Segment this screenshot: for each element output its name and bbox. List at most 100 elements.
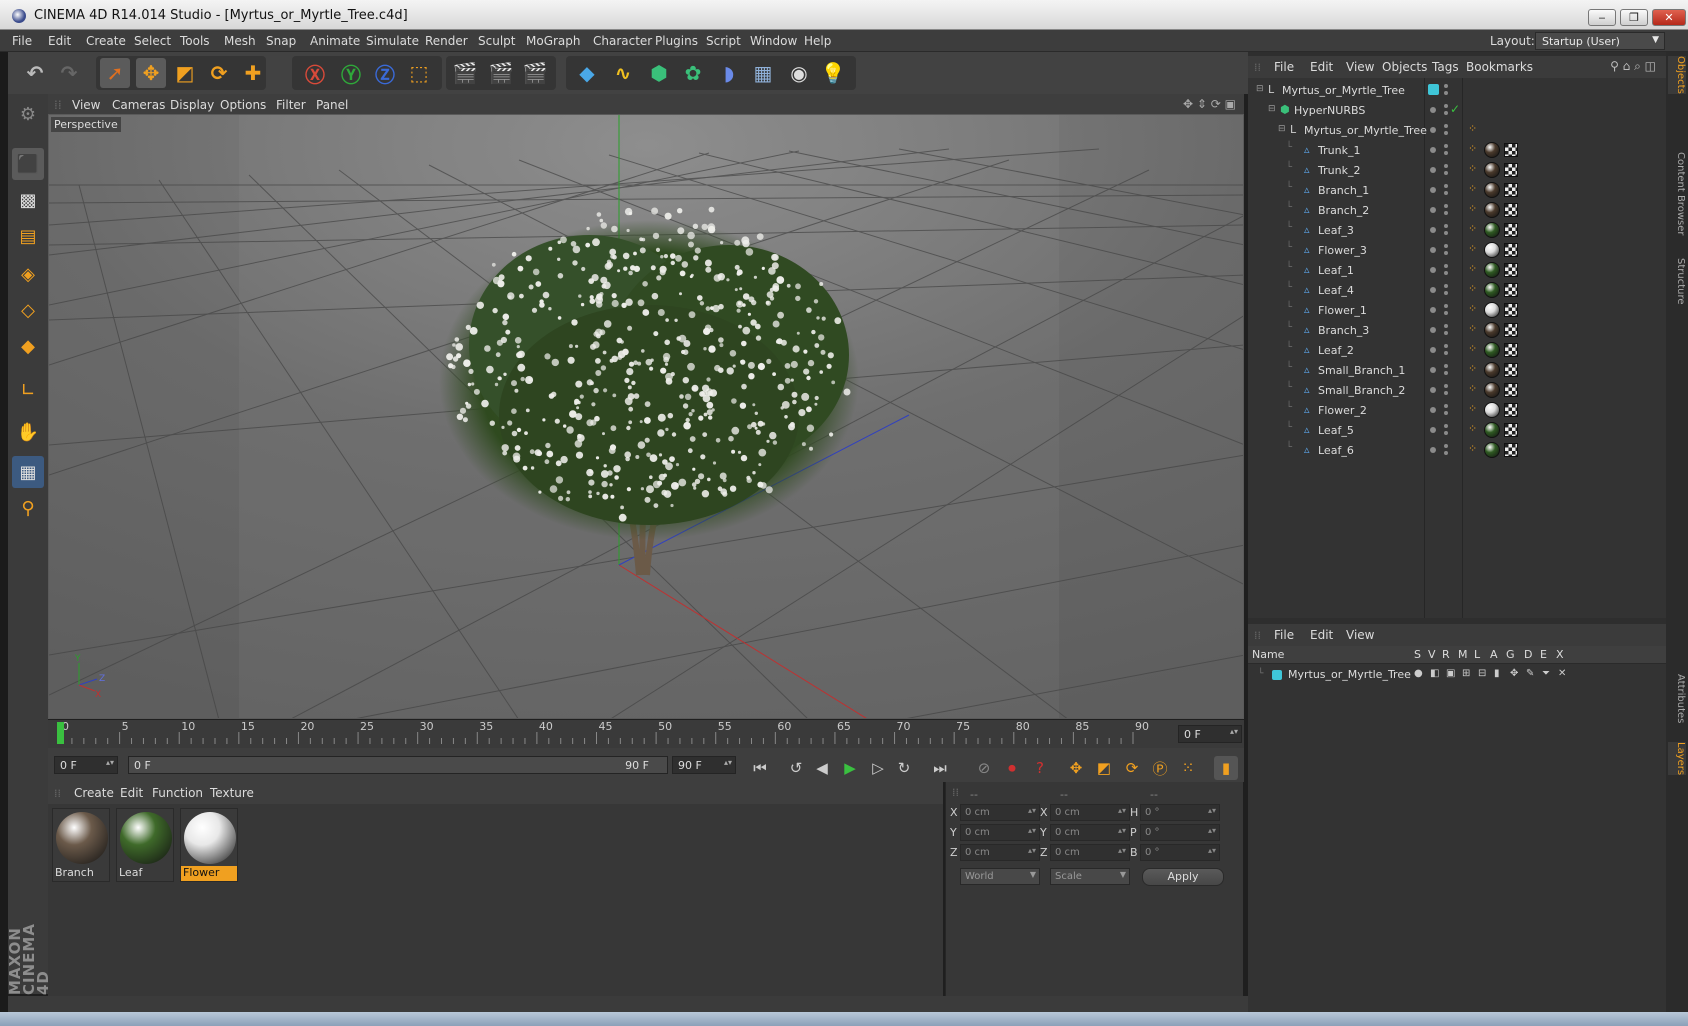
object-row[interactable]: └ ▵ Leaf_6 ⁘: [1248, 440, 1666, 460]
texture-tag-icon[interactable]: [1484, 422, 1500, 438]
render-visibility-icon[interactable]: [1444, 371, 1448, 375]
layer-column-e[interactable]: E: [1540, 648, 1547, 661]
menu-edit[interactable]: Edit: [48, 34, 71, 48]
uvw-tag-icon[interactable]: [1504, 403, 1518, 417]
make-editable-icon[interactable]: ⚙: [12, 98, 44, 130]
object-row[interactable]: └ ▵ Branch_3 ⁘: [1248, 320, 1666, 340]
texture-tag-icon[interactable]: [1484, 142, 1500, 158]
uvw-tag-icon[interactable]: [1504, 263, 1518, 277]
editor-visibility-icon[interactable]: [1444, 144, 1448, 148]
object-menu-view[interactable]: View: [1346, 60, 1374, 74]
layer-toggle-icon[interactable]: ⏷: [1542, 668, 1550, 679]
scale-icon[interactable]: ◩: [170, 58, 200, 88]
axis-mode-icon[interactable]: ∟: [12, 374, 44, 406]
layer-toggle-icon[interactable]: ✥: [1510, 668, 1518, 679]
render-visibility-icon[interactable]: [1444, 251, 1448, 255]
visibility-dot-icon[interactable]: [1430, 247, 1436, 253]
minimize-button[interactable]: ‒: [1588, 9, 1616, 26]
coordinate-system-icon[interactable]: ⬚: [404, 58, 434, 88]
array-icon[interactable]: ✿: [678, 58, 708, 88]
editor-visibility-icon[interactable]: [1444, 424, 1448, 428]
layer-column-a[interactable]: A: [1490, 648, 1498, 661]
menu-animate[interactable]: Animate: [310, 34, 360, 48]
locked-workplane-icon[interactable]: ⚲: [12, 492, 44, 524]
render-visibility-icon[interactable]: [1444, 291, 1448, 295]
object-row[interactable]: └ ▵ Branch_2 ⁘: [1248, 200, 1666, 220]
phong-tag-icon[interactable]: ⁘: [1468, 182, 1477, 195]
coord-field[interactable]: 0 cm ▴▾: [960, 804, 1040, 821]
right-tab-content-browser[interactable]: Content Browser: [1668, 152, 1686, 235]
editor-visibility-icon[interactable]: [1444, 384, 1448, 388]
workplane-icon[interactable]: ▤: [12, 220, 44, 252]
visibility-dot-icon[interactable]: [1430, 127, 1436, 133]
texture-tag-icon[interactable]: [1484, 182, 1500, 198]
layer-column-d[interactable]: D: [1524, 648, 1532, 661]
material-flower[interactable]: Flower: [180, 808, 238, 882]
material-menu-create[interactable]: Create: [74, 786, 114, 800]
rotate-icon[interactable]: ⟳: [204, 58, 234, 88]
layer-column-x[interactable]: X: [1556, 648, 1564, 661]
phong-tag-icon[interactable]: ⁘: [1468, 162, 1477, 175]
menu-plugins[interactable]: Plugins: [655, 34, 698, 48]
editor-visibility-icon[interactable]: [1444, 404, 1448, 408]
visibility-dot-icon[interactable]: [1430, 407, 1436, 413]
tweak-icon[interactable]: ✋: [12, 416, 44, 448]
coord-field[interactable]: 0 ° ▴▾: [1140, 804, 1220, 821]
menu-snap[interactable]: Snap: [266, 34, 296, 48]
texture-tag-icon[interactable]: [1484, 402, 1500, 418]
layer-toggle-icon[interactable]: ▮: [1494, 668, 1500, 679]
object-row[interactable]: └ ▵ Leaf_1 ⁘: [1248, 260, 1666, 280]
layer-toggle-icon[interactable]: ⊞: [1462, 668, 1470, 679]
texture-tag-icon[interactable]: [1484, 162, 1500, 178]
editor-visibility-icon[interactable]: [1444, 164, 1448, 168]
uvw-tag-icon[interactable]: [1504, 143, 1518, 157]
layout-dropdown[interactable]: Startup (User) ▼: [1535, 32, 1665, 50]
visibility-dot-icon[interactable]: [1430, 207, 1436, 213]
visibility-dot-icon[interactable]: [1430, 147, 1436, 153]
end-frame-field[interactable]: 90 F ▴▾: [672, 756, 736, 774]
phong-tag-icon[interactable]: ⁘: [1468, 382, 1477, 395]
layer-color-icon[interactable]: [1272, 670, 1282, 680]
parameter-key-icon[interactable]: Ⓟ: [1148, 756, 1172, 780]
object-row[interactable]: ⊟ ⬢ HyperNURBS ✓: [1248, 100, 1666, 120]
object-menu-bookmarks[interactable]: Bookmarks: [1466, 60, 1533, 74]
visibility-dot-icon[interactable]: [1430, 227, 1436, 233]
render-visibility-icon[interactable]: [1444, 411, 1448, 415]
texture-mode-icon[interactable]: ▩: [12, 184, 44, 216]
phong-tag-icon[interactable]: ⁘: [1468, 222, 1477, 235]
viewport-menu-panel[interactable]: Panel: [316, 98, 348, 112]
right-tab-objects[interactable]: Objects: [1668, 56, 1686, 94]
object-row[interactable]: └ ▵ Small_Branch_2 ⁘: [1248, 380, 1666, 400]
editor-visibility-icon[interactable]: [1444, 184, 1448, 188]
go-to-start-icon[interactable]: ⏮: [748, 756, 772, 780]
live-selection-icon[interactable]: ➚: [100, 58, 130, 88]
model-mode-icon[interactable]: ⬛: [12, 148, 44, 180]
next-key-icon[interactable]: ↻: [892, 756, 916, 780]
texture-tag-icon[interactable]: [1484, 382, 1500, 398]
render-visibility-icon[interactable]: [1444, 431, 1448, 435]
next-frame-icon[interactable]: ▷: [866, 756, 890, 780]
maximize-button[interactable]: ❐: [1620, 9, 1648, 26]
layer-toggle-icon[interactable]: ●: [1414, 668, 1423, 679]
current-frame-field[interactable]: 0 F ▴▾: [1178, 725, 1242, 743]
phong-tag-icon[interactable]: ⁘: [1468, 262, 1477, 275]
visibility-dot-icon[interactable]: [1430, 447, 1436, 453]
object-row[interactable]: ⊟ L Myrtus_or_Myrtle_Tree: [1248, 80, 1666, 100]
material-menu-texture[interactable]: Texture: [210, 786, 254, 800]
point-level-key-icon[interactable]: ⁙: [1176, 756, 1200, 780]
start-frame-field[interactable]: 0 F ▴▾: [54, 756, 118, 774]
editor-visibility-icon[interactable]: [1444, 224, 1448, 228]
position-key-icon[interactable]: ✥: [1064, 756, 1088, 780]
autokey-icon[interactable]: ⏺: [1000, 756, 1024, 780]
object-row[interactable]: ⊟ L Myrtus_or_Myrtle_Tree ⁘: [1248, 120, 1666, 140]
render-picture-viewer-icon[interactable]: 🎬: [486, 58, 516, 88]
render-visibility-icon[interactable]: [1444, 211, 1448, 215]
texture-tag-icon[interactable]: [1484, 342, 1500, 358]
editor-visibility-icon[interactable]: [1444, 304, 1448, 308]
editor-visibility-icon[interactable]: [1444, 244, 1448, 248]
visibility-dot-icon[interactable]: [1430, 287, 1436, 293]
phong-tag-icon[interactable]: ⁘: [1468, 422, 1477, 435]
coord-mode-dropdown[interactable]: World ▼: [960, 868, 1040, 885]
texture-tag-icon[interactable]: [1484, 442, 1500, 458]
layer-toggle-icon[interactable]: ◧: [1430, 668, 1439, 679]
